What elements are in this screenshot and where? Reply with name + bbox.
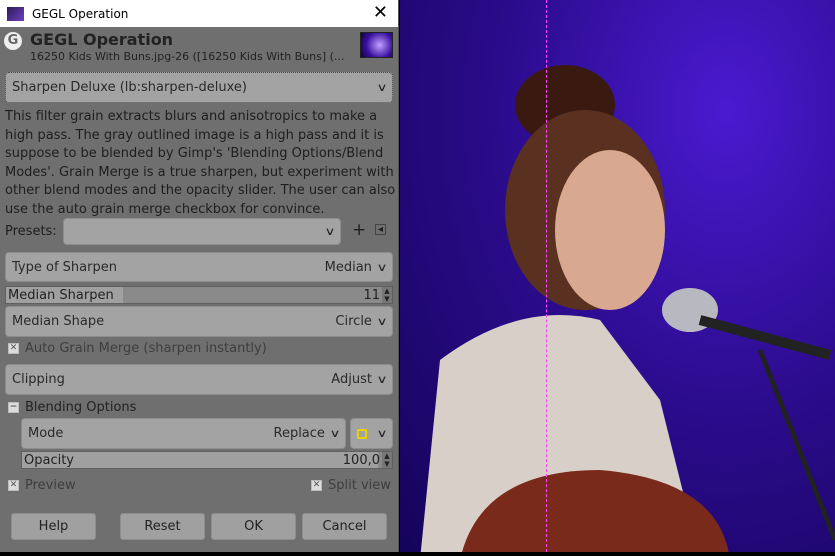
operation-description: This filter grain extracts blurs and ani… <box>5 109 396 217</box>
chevron-down-icon: ∨ <box>376 427 388 440</box>
image-canvas-preview[interactable] <box>400 0 835 556</box>
median-sharpen-label: Median Sharpen <box>8 287 114 303</box>
composite-mode-icon <box>357 428 367 439</box>
chevron-down-icon: ∨ <box>376 260 388 274</box>
gegl-dialog: GEGL Operation ✕ G GEGL Operation 16250 … <box>0 0 399 552</box>
median-shape-select[interactable]: Median Shape Circle ∨ <box>5 306 393 337</box>
blend-mode-label: Mode <box>28 426 64 441</box>
opacity-label: Opacity <box>24 452 75 468</box>
checkbox-checked-icon: ✕ <box>311 480 322 491</box>
composite-mode-select[interactable]: ∨ <box>350 418 393 449</box>
title-bar: GEGL Operation ✕ <box>0 0 398 27</box>
operation-select-value: Sharpen Deluxe (lb:sharpen-deluxe) <box>12 80 247 95</box>
chevron-down-icon: ∨ <box>376 315 388 328</box>
median-sharpen-value: 11 <box>363 287 380 303</box>
spin-arrows-icon[interactable]: ▲ ▼ <box>382 287 392 303</box>
chevron-down-icon: ∨ <box>376 81 388 94</box>
auto-grain-merge-checkbox[interactable]: ✕ Auto Grain Merge (sharpen instantly) <box>8 341 267 356</box>
image-subtitle: 16250 Kids With Buns.jpg-26 ([16250 Kids… <box>30 50 345 63</box>
checkbox-checked-icon: ✕ <box>8 343 19 354</box>
type-of-sharpen-select[interactable]: Type of Sharpen Median ∨ <box>5 252 393 282</box>
image-thumbnail <box>360 32 393 58</box>
presets-label: Presets: <box>5 224 57 239</box>
preview-checkbox[interactable]: ✕ Preview <box>8 478 76 493</box>
presets-menu-icon[interactable]: ◂ <box>375 224 386 235</box>
app-icon <box>7 6 24 21</box>
auto-grain-merge-label: Auto Grain Merge (sharpen instantly) <box>25 341 267 356</box>
opacity-value: 100,0 <box>342 452 380 468</box>
help-button[interactable]: Help <box>11 513 96 540</box>
median-shape-value: Circle <box>335 314 372 329</box>
type-of-sharpen-label: Type of Sharpen <box>12 259 117 275</box>
checkbox-checked-icon: ✕ <box>8 480 19 491</box>
split-view-divider[interactable] <box>546 0 547 552</box>
clipping-select[interactable]: Clipping Adjust ∨ <box>5 364 393 395</box>
blending-options-expander[interactable]: − Blending Options <box>8 400 136 415</box>
close-icon[interactable]: ✕ <box>373 2 388 23</box>
collapse-icon: − <box>8 402 19 413</box>
chevron-down-icon: ∨ <box>376 373 388 386</box>
split-view-label: Split view <box>328 478 391 493</box>
opacity-spinner[interactable]: Opacity 100,0 ▲ ▼ <box>21 451 393 469</box>
blend-mode-select[interactable]: Mode Replace ∨ <box>21 418 346 449</box>
add-preset-icon[interactable]: + <box>352 220 366 240</box>
split-view-checkbox[interactable]: ✕ Split view <box>311 478 391 493</box>
chevron-down-icon: ∨ <box>324 225 336 238</box>
median-shape-label: Median Shape <box>12 314 105 329</box>
clipping-label: Clipping <box>12 372 65 387</box>
type-of-sharpen-value: Median <box>324 259 372 275</box>
blending-options-label: Blending Options <box>25 400 137 415</box>
dialog-heading: GEGL Operation <box>30 30 174 49</box>
cancel-button[interactable]: Cancel <box>302 513 387 540</box>
photo-subject <box>420 65 835 556</box>
window-title: GEGL Operation <box>32 6 129 21</box>
spin-arrows-icon[interactable]: ▲ ▼ <box>382 452 392 468</box>
preview-label: Preview <box>25 478 76 493</box>
clipping-value: Adjust <box>331 372 372 387</box>
presets-select[interactable]: ∨ <box>63 218 341 245</box>
median-sharpen-spinner[interactable]: Median Sharpen 11 ▲ ▼ <box>5 286 393 304</box>
ok-button[interactable]: OK <box>211 513 296 540</box>
gegl-logo-icon: G <box>4 32 22 50</box>
reset-button[interactable]: Reset <box>120 513 205 540</box>
operation-select[interactable]: Sharpen Deluxe (lb:sharpen-deluxe) ∨ <box>5 72 393 103</box>
chevron-down-icon: ∨ <box>329 427 341 440</box>
blend-mode-value: Replace <box>273 426 325 441</box>
